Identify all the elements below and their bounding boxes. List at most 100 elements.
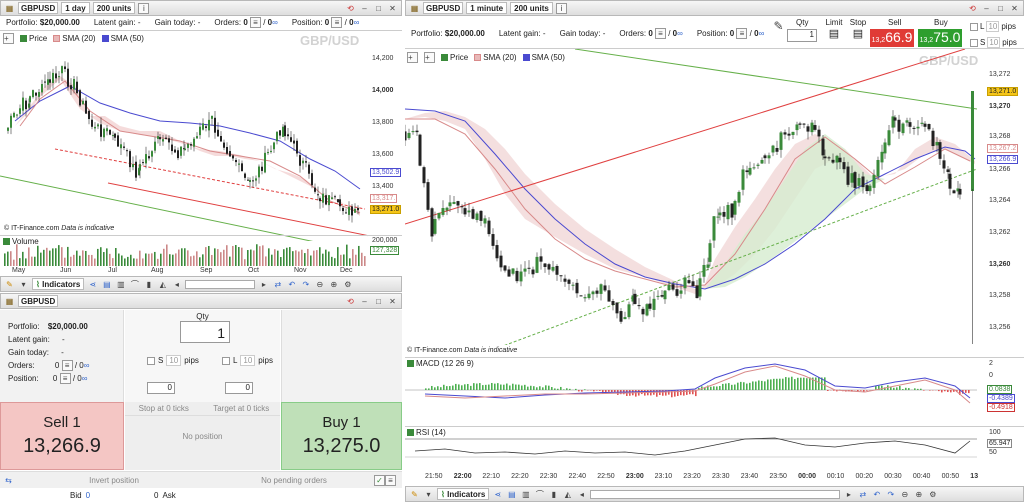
settings-icon[interactable]: ⚙	[342, 279, 353, 290]
position-icon[interactable]: ≡	[59, 373, 71, 384]
macd-bar	[944, 390, 946, 392]
maximize-icon[interactable]: □	[373, 296, 384, 307]
right-timeframe-select[interactable]: 1 minute	[466, 2, 508, 14]
line-chart-icon[interactable]: ⌒	[534, 489, 545, 500]
right-units-select[interactable]: 200 units	[510, 2, 553, 14]
orders-icon[interactable]: ≡	[61, 360, 73, 371]
chevron-down-icon[interactable]: ▾	[18, 279, 29, 290]
candles-icon[interactable]: ▥	[520, 489, 531, 500]
fit-icon[interactable]: ⇄	[272, 279, 283, 290]
candle	[787, 133, 791, 136]
undo-icon[interactable]: ↶	[286, 279, 297, 290]
link-icon[interactable]: ⟲	[967, 3, 978, 14]
redo-icon[interactable]: ↷	[300, 279, 311, 290]
pips-label: pips	[184, 356, 199, 365]
invert-position-button[interactable]: Invert position	[14, 476, 214, 485]
target-stepper[interactable]: 0	[225, 382, 253, 394]
l-pips-input[interactable]: 10	[240, 355, 256, 366]
scroll-left-icon[interactable]: ◂	[171, 279, 182, 290]
s-checkbox-right[interactable]	[970, 38, 978, 47]
layout-icon[interactable]: ▤	[101, 279, 112, 290]
scroll-left-icon[interactable]: ◂	[576, 489, 587, 500]
undo-icon[interactable]: ↶	[871, 489, 882, 500]
s-checkbox[interactable]	[147, 356, 155, 365]
share-icon[interactable]: ⋖	[87, 279, 98, 290]
quick-buy-button[interactable]: 13,2 75.0	[918, 29, 962, 47]
macd-bar	[557, 388, 559, 390]
zoom-out-icon[interactable]: ⊖	[314, 279, 325, 290]
fit-icon[interactable]: ⇄	[857, 489, 868, 500]
confirm-icon[interactable]: ✓	[374, 474, 385, 486]
share-icon[interactable]: ⋖	[492, 489, 503, 500]
draw-icon[interactable]: ✎	[409, 489, 420, 500]
area-chart-icon[interactable]: ◭	[157, 279, 168, 290]
qty-input[interactable]: 1	[180, 321, 230, 343]
chevron-down-icon[interactable]: ▾	[423, 489, 434, 500]
orders-icon[interactable]: ≡	[250, 17, 261, 28]
scroll-right-icon[interactable]: ▸	[843, 489, 854, 500]
volume-bar	[73, 254, 75, 266]
maximize-icon[interactable]: □	[373, 3, 384, 14]
l-checkbox-right[interactable]	[970, 22, 978, 31]
l-checkbox[interactable]	[221, 356, 230, 365]
chart-scrollbar[interactable]	[185, 279, 256, 289]
minimize-icon[interactable]: –	[981, 3, 992, 14]
zoom-out-icon[interactable]: ⊖	[899, 489, 910, 500]
chart-scrollbar[interactable]	[590, 489, 841, 499]
list-icon[interactable]: ≡	[385, 474, 396, 486]
left-units-select[interactable]: 200 units	[92, 2, 136, 14]
left-chart-area[interactable]: + Price SMA (20) SMA (50) GBP/USD 14,200…	[0, 30, 402, 276]
l-pips-right[interactable]: 10	[986, 21, 1000, 32]
zoom-in-icon[interactable]: ⊕	[913, 489, 924, 500]
close-icon[interactable]: ✕	[1009, 3, 1020, 14]
close-icon[interactable]: ✕	[387, 296, 398, 307]
candle	[165, 137, 167, 139]
maximize-icon[interactable]: □	[995, 3, 1006, 14]
volume-bar	[142, 258, 144, 266]
s-pips-right[interactable]: 10	[987, 37, 1001, 48]
layout-icon[interactable]: ▤	[506, 489, 517, 500]
candle	[916, 126, 920, 129]
right-chart-area[interactable]: + + Price SMA (20) SMA (50) GBP/USD 13,2…	[405, 48, 1024, 486]
link-icon[interactable]: ⟲	[345, 296, 356, 307]
s-pips-input[interactable]: 10	[166, 355, 182, 366]
limit-button[interactable]: Limit ▤	[824, 18, 844, 40]
info-icon[interactable]: i	[555, 2, 567, 14]
stop-stepper[interactable]: 0	[147, 382, 175, 394]
macd-pane: MACD (12 26 9) 2 0 0.0838 -0.4389 -0.491…	[405, 357, 1024, 425]
bar-chart-icon[interactable]: ▮	[143, 279, 154, 290]
minimize-icon[interactable]: –	[359, 296, 370, 307]
position-icon[interactable]: ≡	[736, 28, 748, 39]
zoom-in-icon[interactable]: ⊕	[328, 279, 339, 290]
stop-button[interactable]: Stop ▤	[848, 18, 868, 40]
indicators-button[interactable]: ⌇ Indicators	[437, 488, 490, 500]
indicators-button[interactable]: ⌇ Indicators	[32, 278, 85, 290]
line-chart-icon[interactable]: ⌒	[129, 279, 140, 290]
settings-icon[interactable]: ⚙	[927, 489, 938, 500]
bar-chart-icon[interactable]: ▮	[548, 489, 559, 500]
qty-input-right[interactable]: 1	[787, 29, 817, 42]
invert-icon[interactable]: ⇆	[3, 475, 14, 486]
link-icon[interactable]: ⟲	[345, 3, 356, 14]
redo-icon[interactable]: ↷	[885, 489, 896, 500]
minimize-icon[interactable]: –	[359, 3, 370, 14]
right-symbol-select[interactable]: GBPUSD	[423, 2, 464, 14]
quick-sell-button[interactable]: 13,2 66.9	[870, 29, 914, 47]
order-symbol-select[interactable]: GBPUSD	[18, 295, 59, 307]
candle	[821, 138, 825, 156]
candles-icon[interactable]: ▥	[115, 279, 126, 290]
orders-icon[interactable]: ≡	[655, 28, 666, 39]
draw-icon[interactable]: ✎	[4, 279, 15, 290]
position-status: Stop at 0 ticks Target at 0 ticks No pos…	[125, 402, 280, 470]
scroll-right-icon[interactable]: ▸	[258, 279, 269, 290]
macd-bar	[473, 383, 475, 390]
left-timeframe-select[interactable]: 1 day	[61, 2, 90, 14]
buy-button[interactable]: Buy 1 13,275.0	[281, 402, 402, 470]
info-icon[interactable]: i	[138, 2, 150, 14]
left-symbol-select[interactable]: GBPUSD	[18, 2, 59, 14]
position-icon[interactable]: ≡	[331, 17, 343, 28]
close-icon[interactable]: ✕	[387, 3, 398, 14]
edit-icon[interactable]: ✎	[773, 20, 784, 32]
area-chart-icon[interactable]: ◭	[562, 489, 573, 500]
sell-button[interactable]: Sell 1 13,266.9	[0, 402, 124, 470]
